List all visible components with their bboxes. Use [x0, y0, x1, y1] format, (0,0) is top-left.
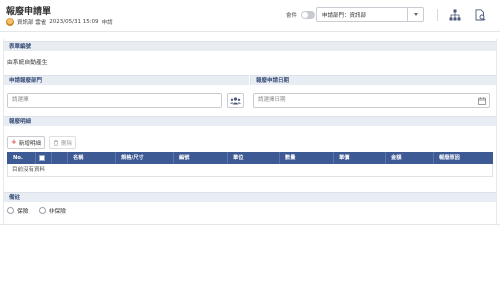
- col-reason: 報廢原因: [439, 155, 460, 161]
- apply-date-placeholder: 請選擇日期: [258, 97, 286, 103]
- select-all-checkbox[interactable]: [39, 155, 45, 161]
- applicant-name: 資訊部 雲雀: [17, 20, 47, 26]
- apply-dept-input[interactable]: 請選擇: [7, 93, 222, 108]
- apply-dept-section: 申請報廢部門: [4, 75, 249, 85]
- countersign-toggle-group: 會件: [286, 11, 316, 19]
- col-unit-price: 單價: [339, 155, 350, 161]
- plus-icon: +: [11, 138, 17, 146]
- form-frame-right: [496, 39, 497, 224]
- avatar: [6, 18, 14, 26]
- col-no: No.: [13, 155, 23, 161]
- dept-select-dropdown[interactable]: [407, 8, 423, 21]
- form-number-value: 由系統自動產生: [7, 60, 48, 66]
- radio-button[interactable]: [7, 207, 14, 214]
- col-divider: [433, 152, 434, 164]
- apply-datetime: 2023/05/31 15:09: [49, 19, 99, 25]
- radio-option-insured[interactable]: 保險: [7, 206, 29, 215]
- remarks-section: 備註: [4, 192, 496, 202]
- delete-label: 刪除: [60, 140, 72, 147]
- countersign-toggle[interactable]: [301, 11, 316, 19]
- apply-date-input[interactable]: 請選擇日期: [253, 93, 490, 108]
- col-amount: 金額: [391, 155, 402, 161]
- org-chart-icon[interactable]: [449, 9, 461, 21]
- details-table-header: No. 名稱 規格/尺寸 編號 單位 數量 單價 金額 報廢原因: [7, 152, 493, 164]
- col-divider: [35, 152, 36, 164]
- apply-date-section: 報廢申請日期: [250, 75, 496, 85]
- details-section: 報廢明細: [4, 116, 496, 126]
- add-detail-button[interactable]: + 新增明細: [7, 136, 45, 149]
- col-qty: 數量: [285, 155, 296, 161]
- radio-label: 保險: [17, 209, 29, 215]
- trash-icon: [53, 139, 58, 146]
- radio-option-uninsured[interactable]: 非保險: [38, 206, 67, 215]
- col-name: 名稱: [73, 155, 84, 161]
- countersign-label: 會件: [286, 13, 298, 19]
- col-divider: [67, 152, 68, 164]
- col-divider: [173, 152, 174, 164]
- document-search-icon[interactable]: [474, 9, 486, 21]
- col-divider: [385, 152, 386, 164]
- insurance-radio-group: 保險 非保險: [7, 206, 66, 215]
- col-divider: [333, 152, 334, 164]
- form-number-section: 表單編號: [4, 41, 496, 51]
- apply-status: 申請: [101, 20, 113, 26]
- col-unit: 單位: [233, 155, 244, 161]
- page-title: 報廢申請單: [6, 7, 52, 17]
- radio-label: 非保險: [48, 209, 67, 215]
- header-divider: [437, 9, 438, 21]
- col-divider: [227, 152, 228, 164]
- col-divider: [115, 152, 116, 164]
- delete-button[interactable]: 刪除: [49, 136, 76, 149]
- chevron-down-icon: [413, 13, 418, 16]
- form-header: 報廢申請單 資訊部 雲雀 2023/05/31 15:09 申請 會件 申請部門…: [0, 0, 500, 31]
- col-spec: 規格/尺寸: [121, 155, 144, 161]
- col-divider: [51, 152, 52, 164]
- header-divider-line: [0, 31, 500, 32]
- add-detail-label: 新增明細: [18, 140, 41, 147]
- col-divider: [279, 152, 280, 164]
- applicant-info: 資訊部 雲雀 2023/05/31 15:09 申請: [6, 18, 113, 26]
- col-code: 編號: [179, 155, 190, 161]
- users-icon: [230, 96, 241, 104]
- calendar-icon[interactable]: [478, 97, 486, 105]
- table-empty-row: 目前沒有資料: [7, 164, 493, 177]
- radio-button[interactable]: [38, 207, 46, 214]
- select-people-button[interactable]: [227, 93, 244, 108]
- form-bottom-line: [0, 224, 500, 225]
- dept-select[interactable]: 申請部門：資訊部: [316, 7, 424, 22]
- dept-select-value: 申請部門：資訊部: [322, 12, 367, 19]
